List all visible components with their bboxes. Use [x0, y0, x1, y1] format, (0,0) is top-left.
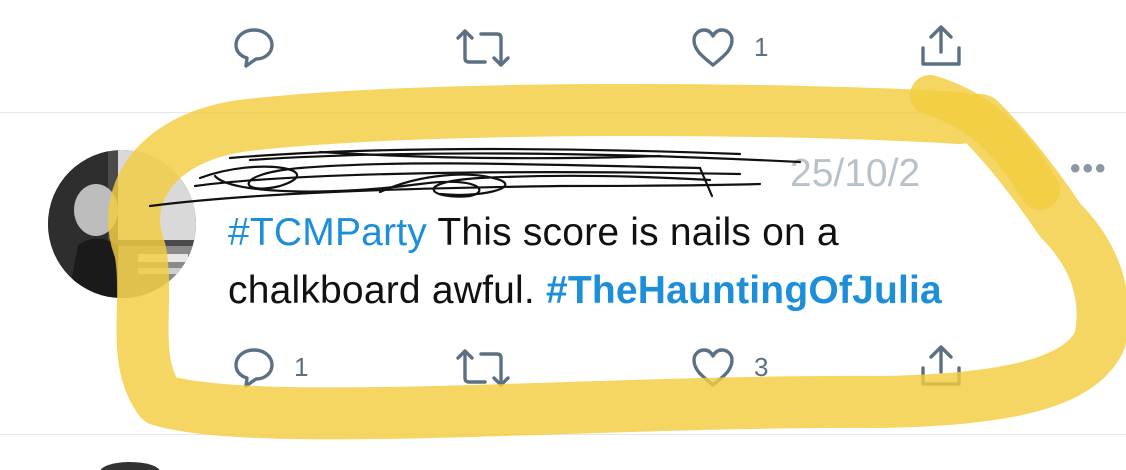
- heart-icon: [690, 26, 736, 68]
- hashtag-tcmparty[interactable]: #TCMParty: [228, 211, 427, 254]
- tweet-like-button[interactable]: 3: [690, 346, 768, 388]
- tweet-like-count: 3: [754, 351, 769, 382]
- retweet-icon: [454, 28, 512, 68]
- tweet-text-part-2: chalkboard awful.: [228, 269, 546, 312]
- tweet-date: 25/10/2: [790, 152, 921, 195]
- reply-icon: [232, 26, 276, 68]
- reply-button[interactable]: [232, 26, 276, 68]
- heart-icon: [690, 346, 736, 388]
- tweet-text-part-1: This score is nails on a: [427, 211, 839, 254]
- tweet-text: #TCMParty This score is nails on a chalk…: [228, 204, 1088, 320]
- next-tweet-avatar: [100, 462, 160, 470]
- tweet-line-1: #TCMParty This score is nails on a: [228, 204, 1088, 262]
- hashtag-the-haunting-of-julia[interactable]: #TheHauntingOfJulia: [546, 269, 942, 312]
- avatar-photo: [48, 150, 196, 298]
- avatar[interactable]: [48, 150, 196, 298]
- tweet-line-2: chalkboard awful. #TheHauntingOfJulia: [228, 262, 1088, 320]
- retweet-icon: [454, 348, 512, 388]
- more-options-icon[interactable]: •••: [1070, 152, 1108, 186]
- tweet-divider-bottom: [0, 434, 1126, 435]
- tweet-retweet-button[interactable]: [454, 348, 512, 388]
- tweet-divider: [0, 112, 1126, 113]
- tweet-share-button[interactable]: [918, 344, 964, 388]
- reply-count: 1: [294, 351, 309, 382]
- reply-icon: [232, 346, 276, 388]
- retweet-button[interactable]: [454, 28, 512, 68]
- share-icon: [918, 24, 964, 68]
- share-icon: [918, 344, 964, 388]
- share-button[interactable]: [918, 24, 964, 68]
- tweet-header: _____________ 25/10/2: [228, 150, 988, 200]
- like-button[interactable]: 1: [690, 26, 768, 68]
- like-count: 1: [754, 31, 769, 62]
- tweet-reply-button[interactable]: 1: [232, 346, 308, 388]
- tweet-thread-screenshot: 1 _____________ 25/10/2 ••• #TCMPart: [0, 0, 1126, 470]
